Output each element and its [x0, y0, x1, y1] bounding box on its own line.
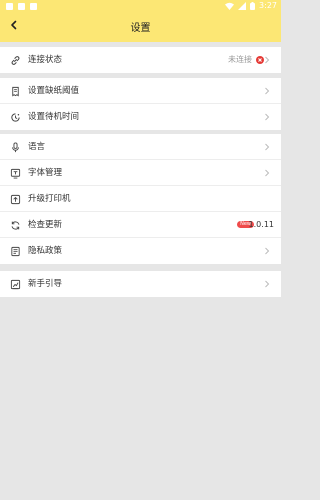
connection-group: 连接状态 未连接: [0, 47, 281, 73]
notification-icon: [18, 3, 25, 10]
connection-status-value: 未连接: [228, 55, 252, 64]
page-title: 设置: [130, 23, 151, 34]
guide-group: 新手引导: [0, 271, 281, 297]
standby-time-label: 设置待机时间: [28, 112, 80, 122]
notification-icon: [30, 3, 37, 10]
paper-threshold-row[interactable]: 设置缺纸阈值: [0, 78, 281, 104]
font-icon: [9, 167, 21, 179]
paper-icon: [9, 85, 21, 97]
check-update-row[interactable]: 检查更新 New 1.0.11: [0, 212, 281, 238]
standby-time-row[interactable]: 设置待机时间: [0, 104, 281, 130]
chevron-right-icon: [265, 247, 270, 255]
upgrade-icon: [9, 193, 21, 205]
chevron-right-icon: [265, 113, 270, 121]
notification-icon: [6, 3, 13, 10]
connection-status-label: 连接状态: [28, 55, 63, 65]
beginner-guide-label: 新手引导: [28, 279, 63, 289]
refresh-icon: [9, 219, 21, 231]
system-settings-group: 语言 字体管理 升级打印机 检查更新 New 1.0.11 隐私政策: [0, 134, 281, 264]
top-app-bar: 3:27 设置: [0, 0, 281, 42]
status-time: 3:27: [259, 1, 277, 10]
upgrade-printer-row[interactable]: 升级打印机: [0, 186, 281, 212]
guide-icon: [9, 278, 21, 290]
wifi-icon: [225, 2, 235, 10]
chevron-right-icon: [265, 87, 270, 95]
check-update-label: 检查更新: [28, 220, 63, 230]
chevron-right-icon: [265, 169, 270, 177]
language-label: 语言: [28, 142, 46, 152]
printer-settings-group: 设置缺纸阈值 设置待机时间: [0, 78, 281, 130]
battery-icon: [250, 1, 256, 10]
chevron-right-icon: [265, 143, 270, 151]
clock-icon: [9, 111, 21, 123]
upgrade-printer-label: 升级打印机: [28, 194, 71, 204]
font-management-row[interactable]: 字体管理: [0, 160, 281, 186]
link-icon: [9, 54, 21, 66]
privacy-policy-row[interactable]: 隐私政策: [0, 238, 281, 264]
chevron-right-icon: [265, 56, 270, 64]
language-row[interactable]: 语言: [0, 134, 281, 160]
signal-icon: [238, 1, 247, 10]
document-icon: [9, 245, 21, 257]
connection-status-row[interactable]: 连接状态 未连接: [0, 47, 281, 73]
privacy-policy-label: 隐私政策: [28, 246, 63, 256]
status-bar: 3:27: [0, 0, 281, 13]
paper-threshold-label: 设置缺纸阈值: [28, 86, 80, 96]
app-version: 1.0.11: [248, 220, 274, 229]
chevron-right-icon: [265, 280, 270, 288]
beginner-guide-row[interactable]: 新手引导: [0, 271, 281, 297]
font-management-label: 字体管理: [28, 168, 63, 178]
microphone-icon: [9, 141, 21, 153]
